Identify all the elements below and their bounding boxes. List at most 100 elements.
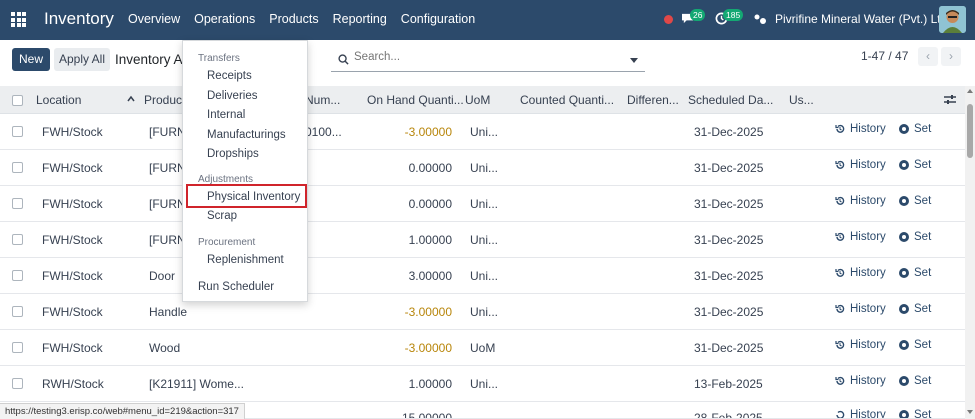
- column-user[interactable]: Us...: [789, 93, 814, 107]
- history-button[interactable]: History: [835, 303, 886, 315]
- table-row[interactable]: FWH/Stock Wood -3.00000 UoM 31-Dec-2025 …: [0, 330, 965, 366]
- history-button[interactable]: History: [835, 123, 886, 135]
- set-button[interactable]: Set: [899, 267, 931, 279]
- row-checkbox[interactable]: [12, 378, 23, 389]
- row-checkbox[interactable]: [12, 234, 23, 245]
- history-button[interactable]: History: [835, 375, 886, 387]
- cell-uom: UoM: [470, 341, 496, 355]
- apps-grid-icon[interactable]: [11, 12, 26, 27]
- column-difference[interactable]: Differen...: [627, 93, 679, 107]
- scroll-thumb[interactable]: [967, 104, 973, 158]
- app-title[interactable]: Inventory: [44, 9, 114, 29]
- column-counted-quantity[interactable]: Counted Quanti...: [520, 93, 614, 107]
- set-label: Set: [914, 339, 932, 351]
- menu-item-run-scheduler[interactable]: Run Scheduler: [198, 281, 274, 293]
- vertical-scrollbar[interactable]: [965, 86, 975, 419]
- menu-item-physical-inventory[interactable]: Physical Inventory: [207, 191, 300, 203]
- menu-item-dropships[interactable]: Dropships: [207, 148, 259, 160]
- select-all-checkbox[interactable]: [12, 95, 23, 106]
- chat-count-badge: 26: [690, 9, 706, 21]
- pager-previous-button[interactable]: ‹: [918, 47, 938, 66]
- status-dot-icon[interactable]: [664, 15, 673, 24]
- row-checkbox[interactable]: [12, 270, 23, 281]
- search-input[interactable]: [354, 51, 624, 63]
- set-button[interactable]: Set: [899, 339, 931, 351]
- history-button[interactable]: History: [835, 159, 886, 171]
- dropdown-header-transfers: Transfers: [198, 53, 240, 64]
- set-button[interactable]: Set: [899, 123, 931, 135]
- menu-item-deliveries[interactable]: Deliveries: [207, 90, 258, 102]
- menu-products[interactable]: Products: [269, 12, 318, 26]
- cell-scheduled-date: 31-Dec-2025: [694, 341, 764, 355]
- column-on-hand-quantity[interactable]: On Hand Quanti...: [367, 93, 464, 107]
- menu-item-receipts[interactable]: Receipts: [207, 70, 252, 82]
- table-row[interactable]: FWH/Stock Door 3.00000 Uni... 31-Dec-202…: [0, 258, 965, 294]
- set-button[interactable]: Set: [899, 231, 931, 243]
- history-button[interactable]: History: [835, 409, 886, 418]
- cell-on-hand-quantity: 1.00000: [408, 233, 452, 247]
- menu-reporting[interactable]: Reporting: [333, 12, 387, 26]
- pager-value[interactable]: 1-47 / 47: [861, 49, 908, 63]
- table-row[interactable]: FWH/Stock [FURN 1.00000 Uni... 31-Dec-20…: [0, 222, 965, 258]
- table-row[interactable]: FWH/Stock Handle -3.00000 Uni... 31-Dec-…: [0, 294, 965, 330]
- company-switch-icon[interactable]: [753, 13, 767, 25]
- sort-ascending-icon[interactable]: [127, 95, 135, 103]
- cell-product: [K21911] Wome...: [149, 377, 244, 391]
- history-icon: [836, 410, 845, 418]
- navbar: Inventory Overview Operations Products R…: [0, 0, 975, 40]
- menu-overview[interactable]: Overview: [128, 12, 180, 26]
- search-options-toggle-icon[interactable]: [630, 58, 638, 63]
- menu-operations[interactable]: Operations: [194, 12, 255, 26]
- history-button[interactable]: History: [835, 267, 886, 279]
- row-checkbox[interactable]: [12, 306, 23, 317]
- menu-configuration[interactable]: Configuration: [401, 12, 475, 26]
- apply-all-button[interactable]: Apply All: [54, 48, 110, 71]
- activity-count-badge: 185: [723, 9, 744, 21]
- history-button[interactable]: History: [835, 231, 886, 243]
- set-button[interactable]: Set: [899, 409, 931, 418]
- set-button[interactable]: Set: [899, 375, 931, 387]
- pager-next-button[interactable]: ›: [941, 47, 961, 66]
- history-icon: [835, 268, 845, 277]
- table-row[interactable]: RWH/Stock [K21911] Wome... 1.00000 Uni..…: [0, 366, 965, 402]
- set-button[interactable]: Set: [899, 159, 931, 171]
- cell-on-hand-quantity: -3.00000: [404, 305, 452, 319]
- column-uom[interactable]: UoM: [465, 93, 490, 107]
- column-serial-number[interactable]: Num...: [305, 93, 340, 107]
- row-checkbox[interactable]: [12, 198, 23, 209]
- table-row[interactable]: FWH/Stock [FURN 0.00000 Uni... 31-Dec-20…: [0, 150, 965, 186]
- history-icon: [835, 124, 845, 133]
- table-row[interactable]: FWH/Stock [FURN 0.00000 Uni... 31-Dec-20…: [0, 186, 965, 222]
- cell-scheduled-date: 31-Dec-2025: [694, 125, 764, 139]
- set-button[interactable]: Set: [899, 303, 931, 315]
- menu-item-internal[interactable]: Internal: [207, 109, 245, 121]
- column-product[interactable]: Produc: [144, 93, 182, 107]
- row-checkbox[interactable]: [12, 162, 23, 173]
- set-label: Set: [914, 195, 932, 207]
- history-icon: [835, 376, 845, 385]
- row-checkbox[interactable]: [12, 342, 23, 353]
- scroll-down-arrow-icon[interactable]: [967, 410, 973, 414]
- menu-item-replenishment[interactable]: Replenishment: [207, 254, 284, 266]
- column-scheduled-date[interactable]: Scheduled Da...: [688, 93, 773, 107]
- set-label: Set: [914, 375, 932, 387]
- search-bar[interactable]: [331, 48, 645, 72]
- optional-columns-icon[interactable]: [944, 95, 956, 105]
- history-icon: [835, 196, 845, 205]
- cell-location: FWH/Stock: [42, 341, 103, 355]
- new-button[interactable]: New: [12, 48, 50, 71]
- history-label: History: [850, 195, 886, 207]
- history-button[interactable]: History: [835, 195, 886, 207]
- menu-item-manufacturings[interactable]: Manufacturings: [207, 129, 286, 141]
- column-location[interactable]: Location: [36, 93, 81, 107]
- user-avatar[interactable]: [939, 6, 966, 33]
- row-checkbox[interactable]: [12, 126, 23, 137]
- scroll-up-arrow-icon[interactable]: [967, 89, 973, 93]
- table-row[interactable]: FWH/Stock [FURN 0100... -3.00000 Uni... …: [0, 114, 965, 150]
- company-name[interactable]: Pivrifine Mineral Water (Pvt.) Ltd.: [775, 12, 951, 26]
- cell-uom: Uni...: [470, 377, 499, 391]
- cell-product: [FURN: [149, 233, 186, 247]
- history-button[interactable]: History: [835, 339, 886, 351]
- set-button[interactable]: Set: [899, 195, 931, 207]
- menu-item-scrap[interactable]: Scrap: [207, 210, 237, 222]
